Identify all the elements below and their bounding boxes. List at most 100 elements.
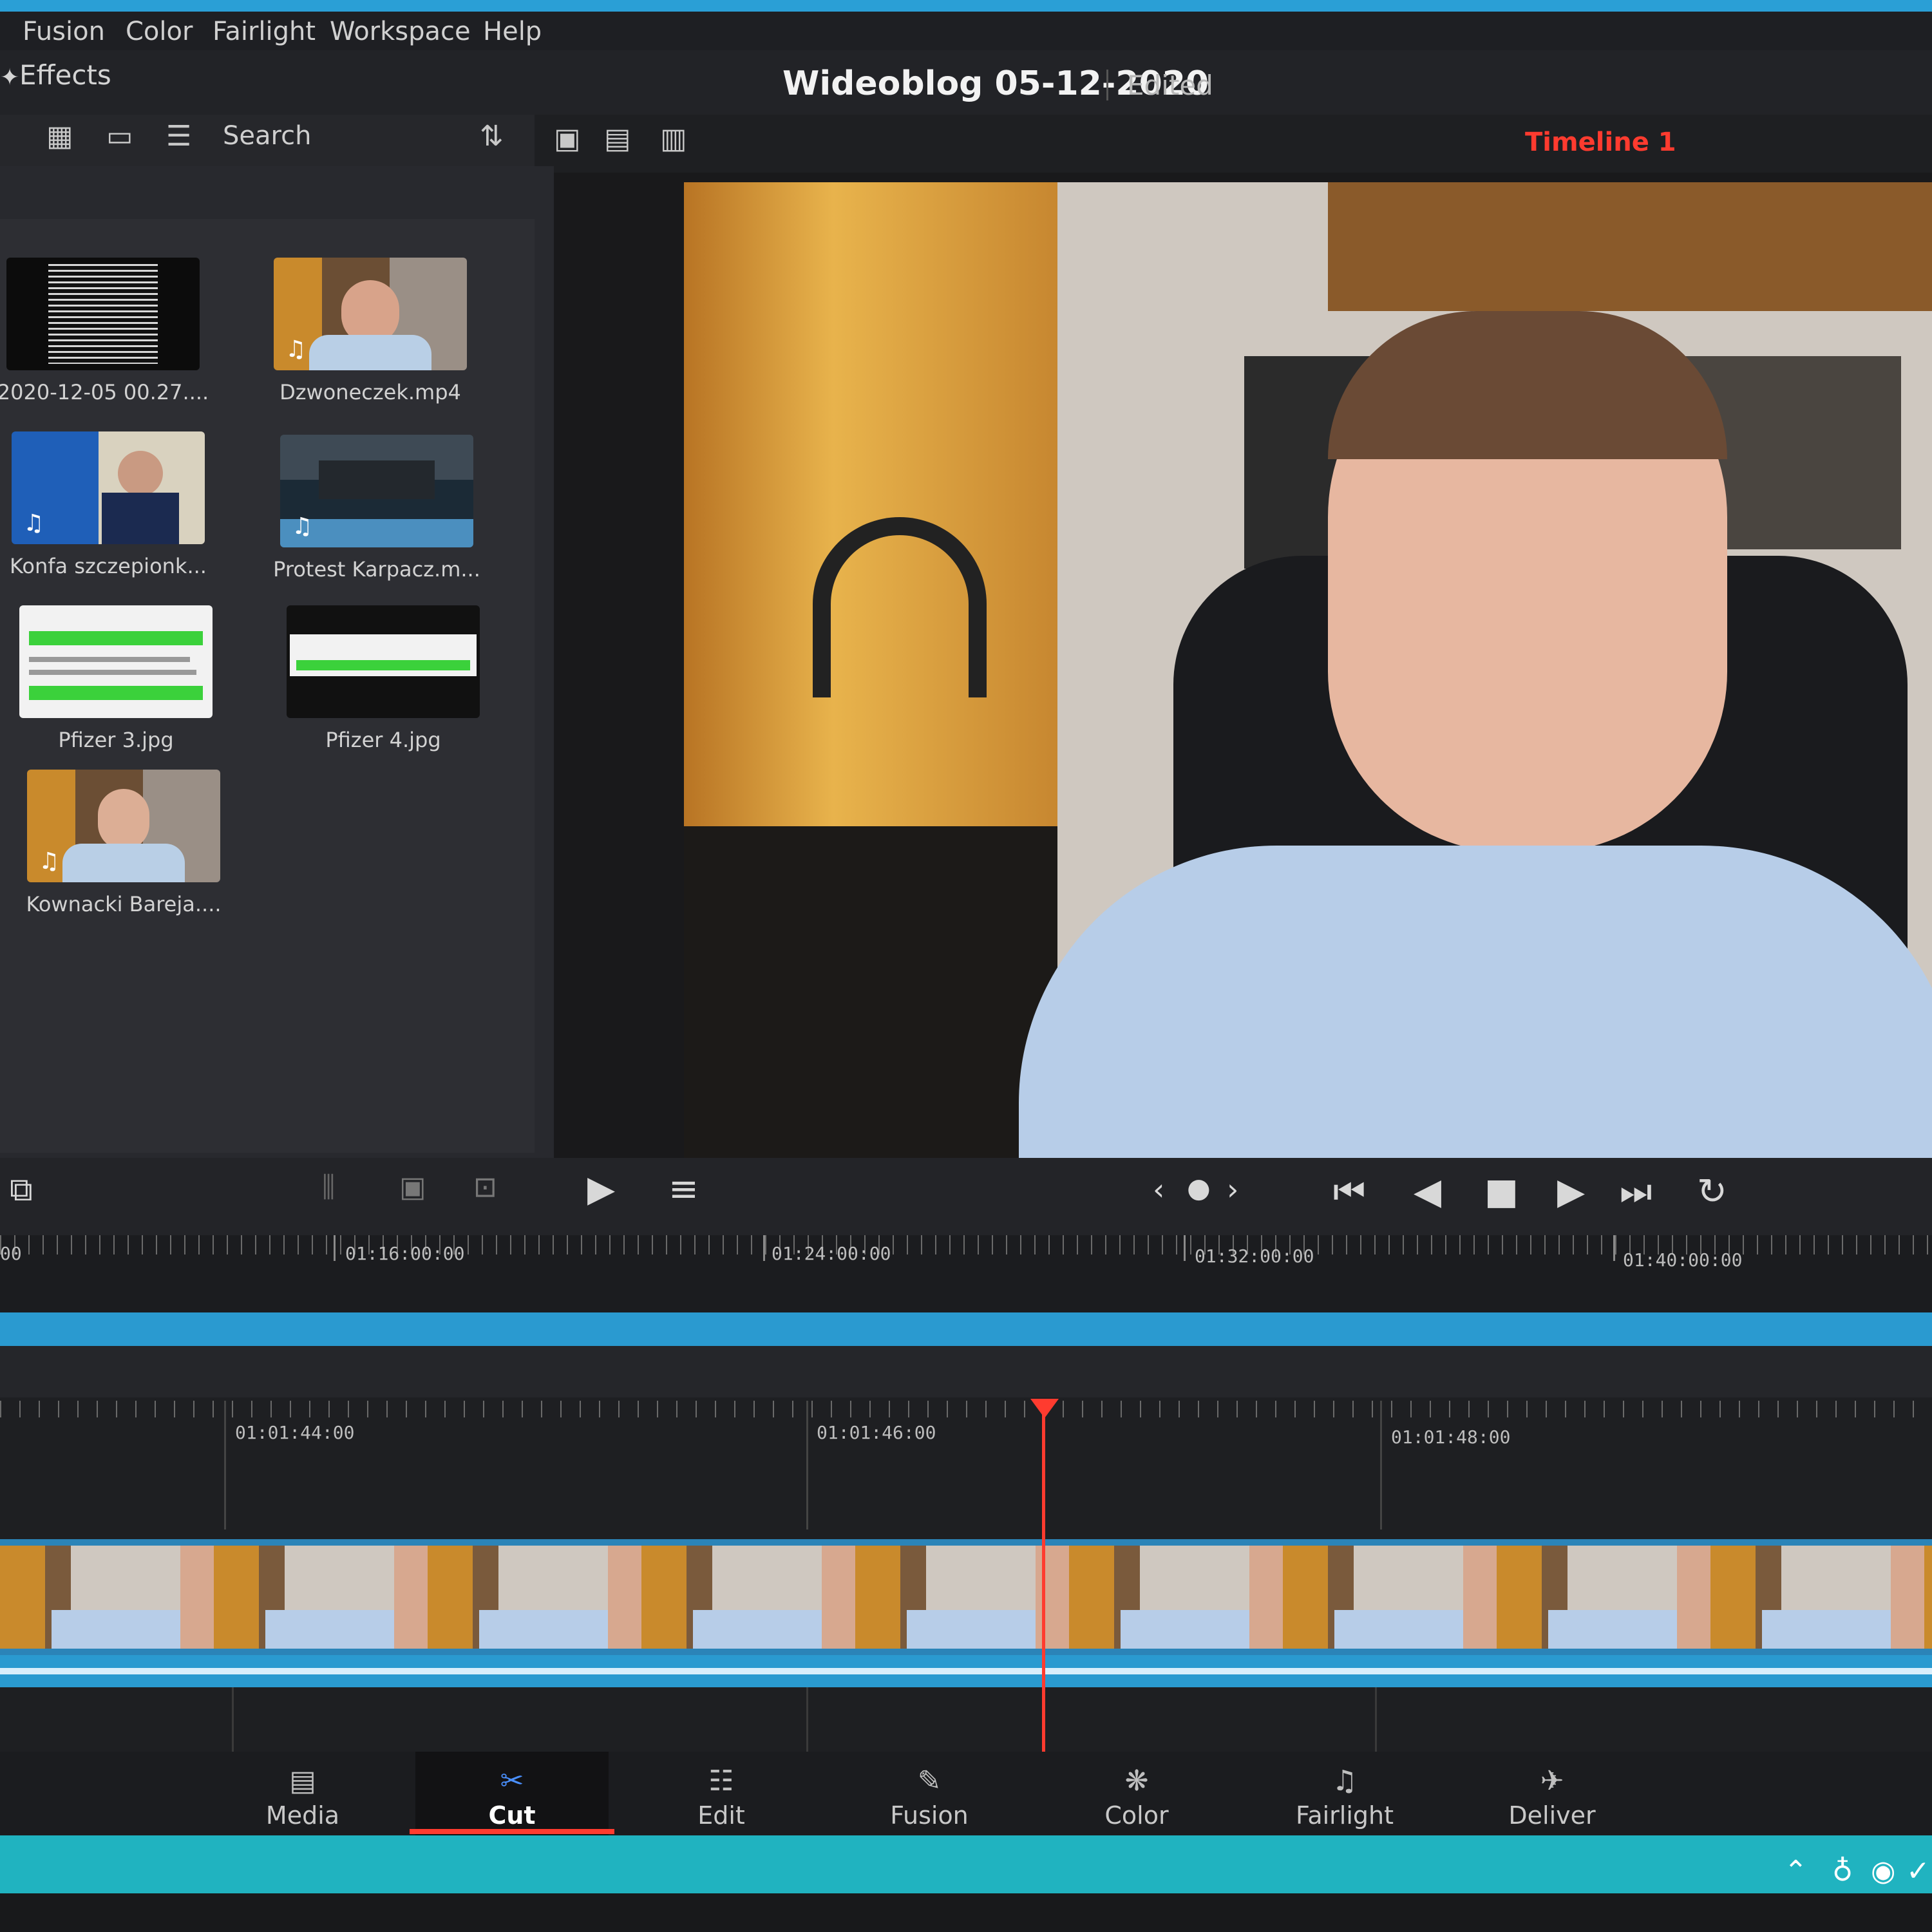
- tab-label: Cut: [488, 1801, 536, 1830]
- audio-note-icon: ♫: [285, 336, 307, 363]
- ruler-tick: [763, 1235, 765, 1261]
- playhead-handle[interactable]: [1030, 1399, 1059, 1418]
- ruler-tick: [1184, 1235, 1186, 1261]
- cut-icon: ✂: [500, 1765, 524, 1797]
- menu-color[interactable]: Color: [126, 17, 193, 46]
- sort-icon[interactable]: ⇅: [480, 120, 504, 153]
- active-tab-indicator: [410, 1829, 614, 1834]
- clip-label: Kownacki Bareja....: [26, 892, 222, 916]
- clip-thumbnail: ♫: [12, 431, 205, 544]
- timecode-label: 01:01:44:00: [235, 1422, 355, 1443]
- clip-thumbnail: ♫: [274, 258, 467, 370]
- ruler-tick: [334, 1235, 336, 1261]
- tab-label: Fairlight: [1295, 1801, 1394, 1830]
- media-icon: ▤: [289, 1765, 316, 1797]
- place-on-top-icon[interactable]: ⊡: [473, 1171, 497, 1204]
- fusion-icon: ✎: [917, 1765, 942, 1797]
- tab-label: Deliver: [1508, 1801, 1596, 1830]
- menu-fusion[interactable]: Fusion: [23, 17, 105, 46]
- play-reverse-icon[interactable]: ◀: [1414, 1171, 1441, 1213]
- smart-insert-icon[interactable]: ⫼: [322, 1171, 335, 1204]
- clip-thumbnail: [6, 258, 200, 370]
- split-view-icon[interactable]: ⧉: [10, 1171, 33, 1209]
- fairlight-icon: ♫: [1332, 1765, 1358, 1797]
- empty-track-area: [0, 1687, 1932, 1752]
- source-clip-icon[interactable]: ▣: [554, 122, 581, 155]
- tab-cut[interactable]: ✂ Cut: [415, 1752, 609, 1835]
- settings-sliders-icon[interactable]: ≡: [668, 1168, 699, 1210]
- list-view-icon[interactable]: ☰: [166, 120, 191, 153]
- lower-timeline-ruler[interactable]: [0, 1397, 1932, 1539]
- timeline-overview-track[interactable]: [0, 1312, 1932, 1346]
- filmstrip-view-icon[interactable]: ▭: [106, 120, 133, 153]
- clip-label: Pfizer 4.jpg: [325, 728, 441, 752]
- go-to-end-icon[interactable]: ⏭: [1620, 1171, 1652, 1213]
- ruler-tick: [806, 1401, 808, 1530]
- go-to-start-icon[interactable]: ⏮: [1333, 1171, 1365, 1213]
- source-tape-icon[interactable]: ▤: [604, 122, 631, 155]
- color-icon: ❋: [1124, 1765, 1149, 1797]
- audio-note-icon: ♫: [292, 513, 313, 540]
- network-icon[interactable]: ◉: [1871, 1855, 1895, 1888]
- sparkle-icon: ✦: [0, 64, 20, 91]
- sync-icon[interactable]: ✓: [1906, 1855, 1930, 1888]
- timeline-name: Timeline 1: [1525, 128, 1676, 157]
- edit-icon: ☷: [708, 1765, 734, 1797]
- audio-note-icon: ♫: [23, 510, 44, 536]
- jog-right-icon[interactable]: ›: [1227, 1172, 1238, 1207]
- menu-fairlight[interactable]: Fairlight: [213, 17, 316, 46]
- loop-icon[interactable]: ↻: [1697, 1171, 1727, 1213]
- grid-view-icon[interactable]: ▦: [46, 120, 73, 153]
- tab-deliver[interactable]: ✈ Deliver: [1455, 1752, 1649, 1835]
- playback-icon[interactable]: ▶: [587, 1168, 615, 1210]
- ruler-tick: [1613, 1235, 1615, 1261]
- tab-color[interactable]: ❋ Color: [1040, 1752, 1233, 1835]
- microphone-icon[interactable]: ♁: [1832, 1855, 1853, 1888]
- timeline-view-icon[interactable]: ▥: [660, 122, 687, 155]
- menu-workspace[interactable]: Workspace: [330, 17, 471, 46]
- clip-thumbnail: [287, 605, 480, 718]
- video-track-clip[interactable]: [0, 1539, 1932, 1655]
- project-status: Edited: [1127, 70, 1213, 101]
- audio-waveform[interactable]: [0, 1655, 1932, 1687]
- ruler-tick: [224, 1401, 226, 1530]
- play-icon[interactable]: ▶: [1557, 1171, 1585, 1213]
- deliver-icon: ✈: [1540, 1765, 1564, 1797]
- ruler-tick: [1380, 1401, 1382, 1530]
- upper-timeline-ruler[interactable]: [0, 1235, 1932, 1312]
- search-button[interactable]: Search: [223, 121, 311, 151]
- jog-left-icon[interactable]: ‹: [1153, 1172, 1164, 1207]
- tab-fairlight[interactable]: ♫ Fairlight: [1248, 1752, 1441, 1835]
- timecode-label: 01:01:48:00: [1391, 1426, 1511, 1448]
- tab-fusion[interactable]: ✎ Fusion: [833, 1752, 1026, 1835]
- video-viewer[interactable]: [684, 182, 1932, 1158]
- audio-note-icon: ♫: [39, 848, 60, 875]
- clip-thumbnail: ♫: [27, 770, 220, 882]
- tab-edit[interactable]: ☷ Edit: [625, 1752, 818, 1835]
- stop-icon[interactable]: ■: [1484, 1171, 1519, 1213]
- tab-label: Color: [1104, 1801, 1169, 1830]
- timecode-label: 01:24:00:00: [772, 1243, 891, 1264]
- timecode-label: 00: [0, 1243, 22, 1264]
- chevron-up-icon[interactable]: ⌃: [1784, 1855, 1808, 1888]
- menu-bar: Fusion Color Fairlight Workspace Help: [0, 12, 1932, 50]
- ruler-tick: [1375, 1687, 1377, 1752]
- effects-button[interactable]: Effects: [19, 59, 111, 91]
- timecode-label: 01:40:00:00: [1623, 1249, 1743, 1271]
- ruler-tick: [232, 1687, 234, 1752]
- top-strip: [0, 0, 1932, 12]
- clip-label: Dzwoneczek.mp4: [279, 380, 461, 404]
- tab-media[interactable]: ▤ Media: [206, 1752, 399, 1835]
- append-icon[interactable]: ▣: [399, 1171, 426, 1204]
- timecode-label: 01:16:00:00: [345, 1243, 465, 1264]
- jog-dot-icon[interactable]: ●: [1187, 1172, 1211, 1204]
- screen-bezel: [0, 1893, 1932, 1932]
- tab-label: Media: [265, 1801, 340, 1830]
- menu-help[interactable]: Help: [483, 17, 542, 46]
- playhead[interactable]: [1042, 1410, 1045, 1758]
- title-divider: [1106, 70, 1108, 100]
- clip-thumbnail: [19, 605, 213, 718]
- tab-label: Edit: [697, 1801, 745, 1830]
- timeline-divider: [0, 1346, 1932, 1397]
- tab-label: Fusion: [890, 1801, 969, 1830]
